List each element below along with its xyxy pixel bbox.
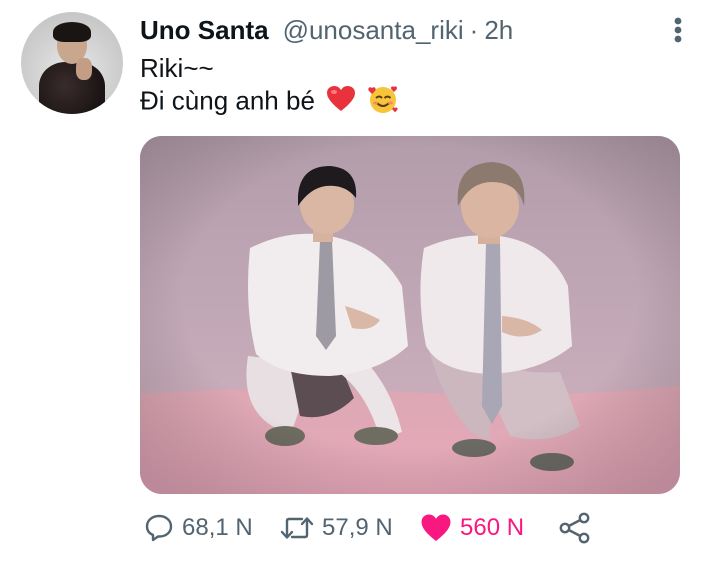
tweet-timestamp[interactable]: 2h (484, 15, 513, 46)
like-button[interactable]: 560 N (420, 508, 524, 548)
photo-two-people-crouching (140, 136, 680, 494)
reply-button[interactable]: 68,1 N (144, 508, 253, 548)
tweet-text-line-2-text: Đi cùng anh bé (140, 85, 315, 116)
tweet-text: Riki~~ Đi cùng anh bé (140, 52, 399, 121)
tweet-photo[interactable] (140, 136, 680, 494)
like-count: 560 N (460, 514, 525, 541)
reply-icon (145, 514, 173, 542)
more-options-button[interactable] (668, 16, 688, 44)
tweet[interactable]: Uno Santa @unosanta_riki · 2h Riki~~ Đi … (0, 0, 720, 582)
avatar-figure-hair (53, 22, 91, 42)
tweet-text-line-2: Đi cùng anh bé (140, 84, 399, 121)
more-vertical-icon (674, 17, 682, 43)
red-heart-emoji-icon (326, 85, 356, 120)
tweet-actions-bar: 68,1 N 57,9 N 560 N (140, 508, 610, 548)
avatar-figure-hand (76, 58, 92, 80)
tweet-header: Uno Santa @unosanta_riki · 2h (140, 15, 513, 45)
retweet-icon (280, 517, 314, 539)
tweet-text-line-1: Riki~~ (140, 53, 214, 83)
author-avatar[interactable] (21, 12, 123, 114)
heart-filled-icon (421, 514, 451, 541)
retweet-button[interactable]: 57,9 N (280, 508, 393, 548)
share-icon (559, 512, 590, 544)
share-button[interactable] (558, 508, 592, 548)
smiling-face-with-hearts-emoji-icon (367, 84, 399, 121)
author-name[interactable]: Uno Santa (140, 15, 269, 46)
author-handle[interactable]: @unosanta_riki (283, 15, 464, 46)
separator-dot: · (469, 15, 479, 45)
retweet-count: 57,9 N (322, 514, 393, 541)
avatar-figure-body (39, 62, 105, 114)
reply-count: 68,1 N (182, 514, 253, 541)
